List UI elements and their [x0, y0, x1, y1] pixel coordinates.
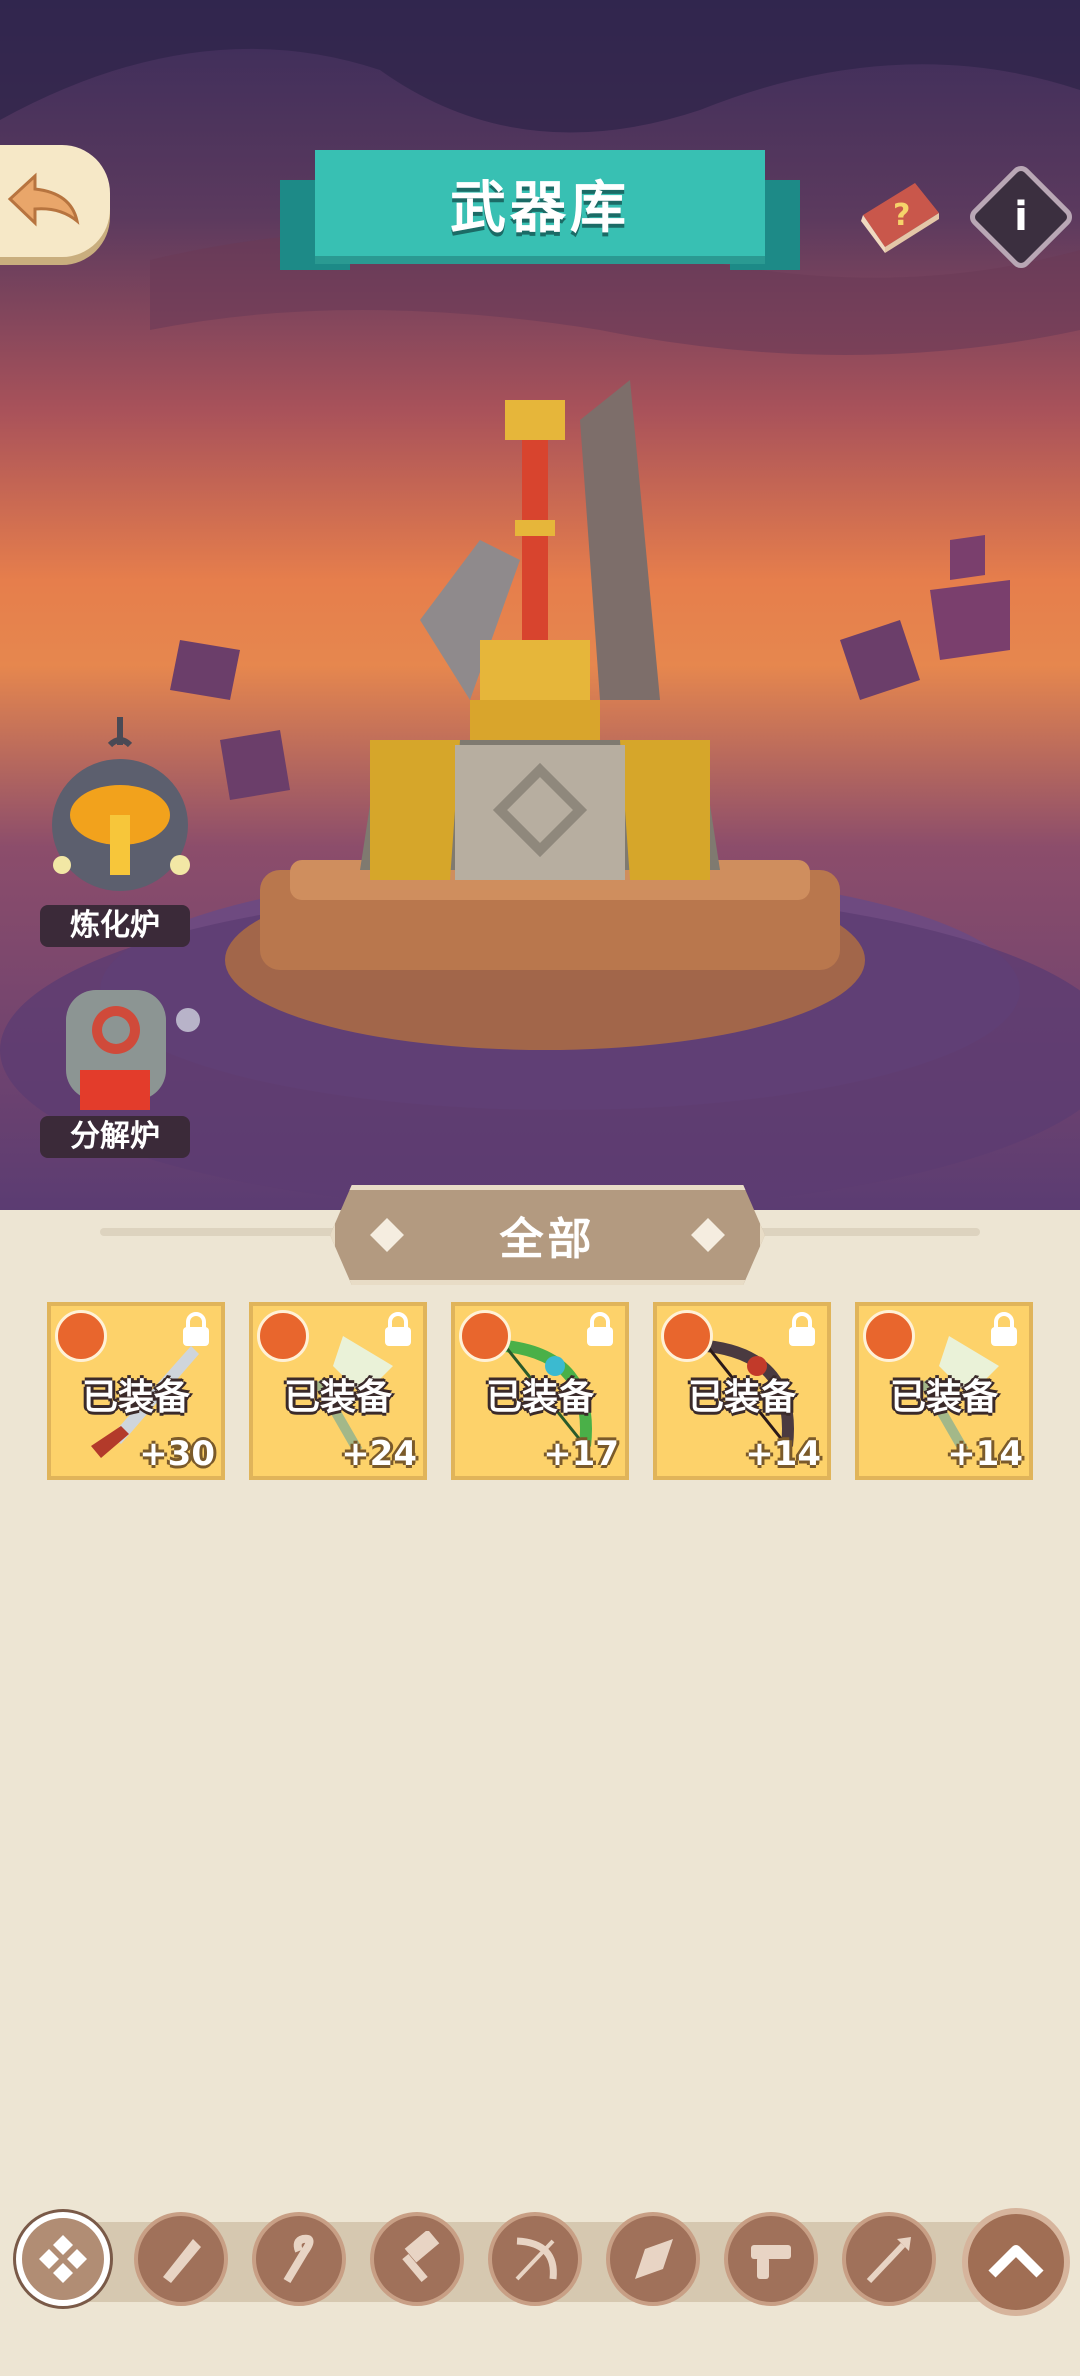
bow-category-icon — [515, 2237, 557, 2281]
hammer-category-icon — [402, 2231, 440, 2283]
smelter-label: 炼化炉 — [40, 905, 190, 947]
sword-category-icon — [163, 2239, 201, 2283]
page-title: 武器库 — [315, 150, 765, 264]
category-staff-button[interactable] — [252, 2212, 346, 2306]
weapon-grid: 已装备 +30 已装备 +24 已装备 +17 已装备 +14 已装备 +14 — [47, 1302, 1037, 1482]
lock-icon — [587, 1312, 613, 1346]
chevron-up-icon — [988, 2245, 1044, 2278]
enhance-level: +17 — [543, 1434, 619, 1474]
fire-element-icon — [459, 1310, 511, 1362]
staff-category-icon — [283, 2234, 314, 2284]
equipped-status: 已装备 — [81, 1377, 190, 1418]
claw-category-icon — [635, 2239, 673, 2279]
equipped-status: 已装备 — [889, 1377, 998, 1418]
decomposer-button[interactable]: 分解炉 — [40, 970, 200, 1158]
category-sword-button[interactable] — [134, 2212, 228, 2306]
equipped-status: 已装备 — [485, 1377, 594, 1418]
enhance-level: +24 — [341, 1434, 417, 1474]
all-category-icon — [39, 2235, 87, 2283]
weapon-card[interactable]: 已装备 +17 — [451, 1302, 629, 1480]
smelter-furnace-icon — [52, 717, 190, 891]
tab-ornament-right — [691, 1218, 725, 1252]
title-banner: 武器库 — [280, 150, 800, 280]
fire-element-icon — [55, 1310, 107, 1362]
decomposer-furnace-icon — [66, 990, 200, 1110]
spear-category-icon — [866, 2237, 911, 2284]
tab-ornament-left — [370, 1218, 404, 1252]
weapon-card[interactable]: 已装备 +30 — [47, 1302, 225, 1480]
back-arrow-icon — [7, 172, 80, 227]
equipped-status: 已装备 — [283, 1377, 392, 1418]
enhance-level: +30 — [139, 1434, 215, 1474]
weapon-card[interactable]: 已装备 +24 — [249, 1302, 427, 1480]
fire-element-icon — [863, 1310, 915, 1362]
help-book-icon: ? — [861, 183, 939, 253]
filter-tab-all[interactable]: 全部 — [330, 1185, 765, 1285]
filter-tab-label: 全部 — [499, 1214, 596, 1265]
lock-icon — [991, 1312, 1017, 1346]
category-claw-button[interactable] — [606, 2212, 700, 2306]
category-all-button[interactable] — [16, 2212, 110, 2306]
back-button[interactable] — [0, 145, 110, 257]
lock-icon — [789, 1312, 815, 1346]
weapon-card[interactable]: 已装备 +14 — [653, 1302, 831, 1480]
category-gun-button[interactable] — [724, 2212, 818, 2306]
svg-text:?: ? — [893, 198, 910, 233]
enhance-level: +14 — [947, 1434, 1023, 1474]
smelter-button[interactable]: 炼化炉 — [40, 715, 200, 947]
equipped-status: 已装备 — [687, 1377, 796, 1418]
help-book-button[interactable]: ? — [855, 175, 945, 253]
info-label: i — [1014, 194, 1028, 240]
category-spear-button[interactable] — [842, 2212, 936, 2306]
lock-icon — [183, 1312, 209, 1346]
decomposer-label: 分解炉 — [40, 1116, 190, 1158]
gun-category-icon — [751, 2245, 791, 2279]
fire-element-icon — [257, 1310, 309, 1362]
category-bow-button[interactable] — [488, 2212, 582, 2306]
enhance-level: +14 — [745, 1434, 821, 1474]
weapon-card[interactable]: 已装备 +14 — [855, 1302, 1033, 1480]
expand-up-button[interactable] — [962, 2208, 1070, 2316]
fire-element-icon — [661, 1310, 713, 1362]
category-hammer-button[interactable] — [370, 2212, 464, 2306]
lock-icon — [385, 1312, 411, 1346]
